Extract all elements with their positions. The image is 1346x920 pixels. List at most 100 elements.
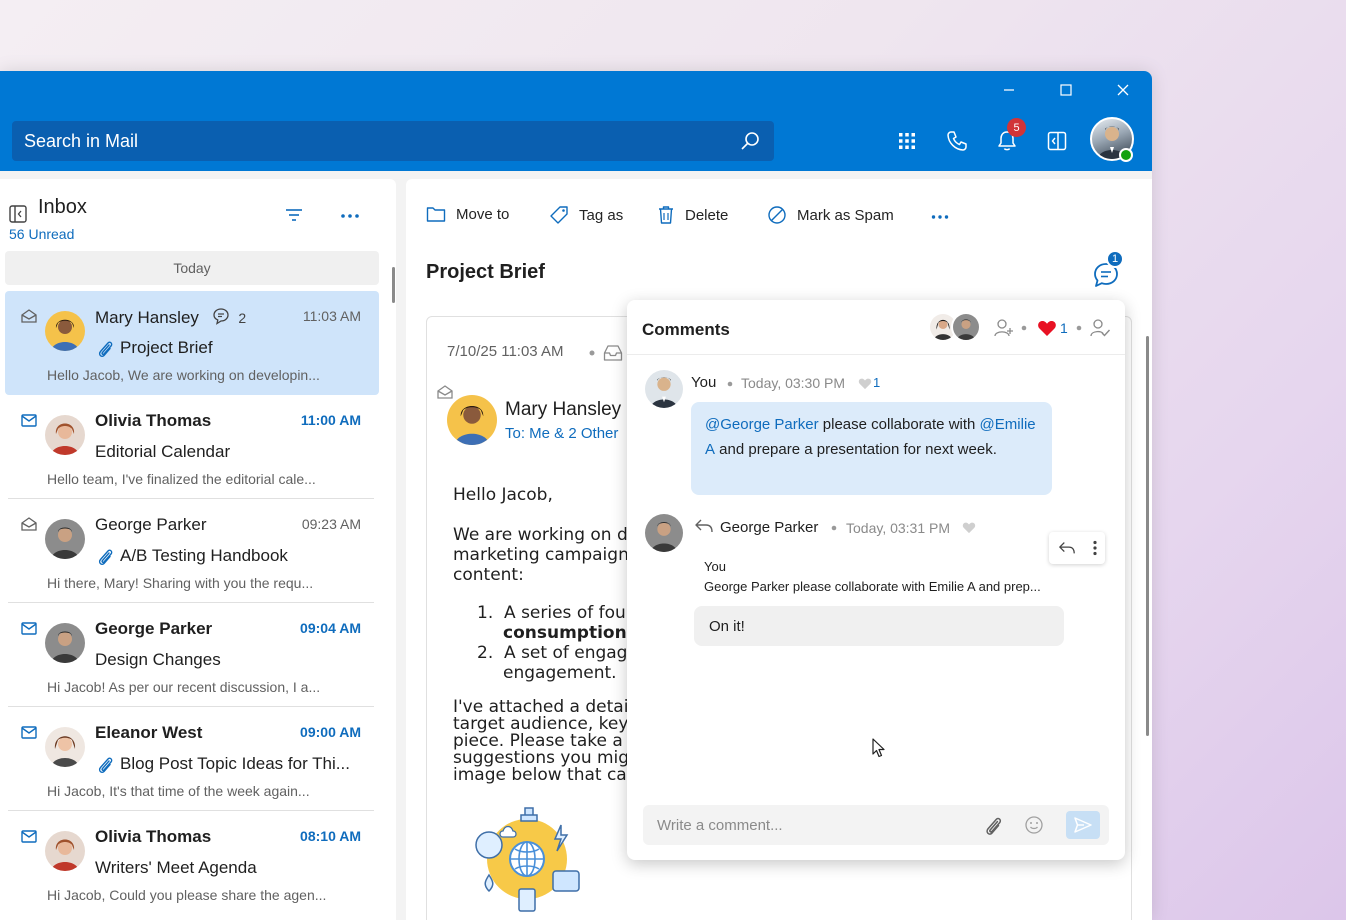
- mail-preview: Hi Jacob, It's that time of the week aga…: [47, 783, 310, 799]
- mark-as-spam-button[interactable]: Mark as Spam: [767, 205, 894, 225]
- person-check-icon[interactable]: [1089, 317, 1111, 339]
- search-icon[interactable]: [740, 131, 760, 151]
- search-box[interactable]: Search in Mail: [12, 121, 774, 161]
- close-button[interactable]: [1103, 79, 1143, 101]
- date-group-header: Today: [5, 251, 379, 285]
- minimize-button[interactable]: [989, 79, 1029, 101]
- comments-panel: Comments 1 You Today, 03:30 PM 1 @George…: [627, 300, 1125, 860]
- mail-list-pane: Inbox 56 Unread Today Mary Hansley 2 11:…: [0, 179, 396, 920]
- body-line: We are working on d: [453, 525, 628, 545]
- comment-input[interactable]: [643, 805, 963, 845]
- unread-count[interactable]: 56 Unread: [9, 226, 74, 242]
- presence-indicator: [1119, 148, 1133, 162]
- list-item-cont: consumption: [503, 623, 627, 643]
- emoji-icon[interactable]: [1024, 815, 1044, 835]
- move-to-button[interactable]: Move to: [426, 205, 509, 223]
- mail-sender: Olivia Thomas: [95, 827, 212, 846]
- comment-avatar: [645, 370, 683, 408]
- mail-sender: George Parker: [95, 515, 207, 534]
- comment-bubble: On it!: [694, 606, 1064, 646]
- comment-actions: [1049, 532, 1105, 564]
- envelope-unread-icon[interactable]: [21, 829, 37, 843]
- more-actions-icon[interactable]: [931, 214, 949, 220]
- heart-outline-icon[interactable]: [962, 521, 976, 534]
- mail-list-scrollbar[interactable]: [392, 267, 395, 303]
- block-icon: [768, 206, 786, 224]
- avatar-portrait-icon: [645, 370, 683, 408]
- trash-icon: [659, 206, 673, 224]
- mail-item[interactable]: Mary Hansley 2 11:03 AM Project Brief He…: [5, 291, 379, 395]
- close-icon: [1117, 84, 1129, 96]
- participant-avatar[interactable]: [951, 312, 981, 342]
- message-subject: Project Brief: [426, 261, 545, 283]
- mail-preview: Hello team, I've finalized the editorial…: [47, 471, 316, 487]
- more-options-icon[interactable]: [340, 213, 360, 219]
- mail-time: 11:00 AM: [300, 412, 361, 428]
- collapse-pane-icon[interactable]: [9, 205, 27, 223]
- message-date: 7/10/25 11:03 AM: [447, 343, 564, 360]
- envelope-unread-icon[interactable]: [21, 413, 37, 427]
- envelope-unread-icon[interactable]: [21, 621, 37, 635]
- mail-preview: Hi Jacob, Could you please share the age…: [47, 887, 327, 903]
- attachment-icon[interactable]: [983, 815, 1003, 837]
- body-line: content:: [453, 565, 524, 585]
- comments-title: Comments: [642, 320, 730, 339]
- mail-subject: Project Brief: [120, 338, 213, 357]
- comment-avatar: [645, 514, 683, 552]
- mention[interactable]: @George Parker: [705, 416, 819, 433]
- reply-icon[interactable]: [1058, 540, 1076, 556]
- apps-grid-icon[interactable]: [895, 129, 919, 153]
- body-paragraph-2: I've attached a detai target audience, k…: [453, 699, 638, 784]
- avatar-portrait-icon: [447, 395, 497, 445]
- attachment-icon: [98, 341, 113, 358]
- maximize-button[interactable]: [1046, 79, 1086, 101]
- envelope-open-icon[interactable]: [21, 517, 37, 531]
- body-line: image below that cap: [453, 765, 638, 785]
- mail-item[interactable]: George Parker 09:23 AM A/B Testing Handb…: [5, 499, 379, 603]
- comment-author: George Parker: [720, 519, 819, 536]
- avatar: [45, 623, 85, 663]
- quoted-author: You: [704, 559, 726, 574]
- more-vertical-icon[interactable]: [1092, 540, 1097, 556]
- comment-author: You: [691, 374, 717, 391]
- mail-item[interactable]: Eleanor West 09:00 AM Blog Post Topic Id…: [5, 707, 379, 811]
- minimize-icon: [1004, 89, 1014, 91]
- heart-icon[interactable]: [1037, 319, 1057, 337]
- mouse-cursor-icon: [872, 738, 885, 758]
- quoted-text: George Parker please collaborate with Em…: [704, 579, 1041, 594]
- comment-text: On it!: [709, 617, 745, 635]
- mail-subject: Blog Post Topic Ideas for Thi...: [120, 754, 350, 773]
- message-recipients[interactable]: To: Me & 2 Other: [505, 425, 618, 442]
- folder-icon: [426, 207, 446, 222]
- avatar-portrait-icon: [45, 519, 85, 559]
- add-person-icon[interactable]: [993, 317, 1015, 339]
- title-bar: Search in Mail 5: [0, 71, 1152, 171]
- tag-as-button[interactable]: Tag as: [549, 205, 623, 225]
- heart-outline-icon[interactable]: [858, 377, 872, 390]
- mail-time: 09:00 AM: [300, 724, 361, 740]
- delete-button[interactable]: Delete: [657, 205, 728, 225]
- avatar: [45, 519, 85, 559]
- send-button[interactable]: [1066, 811, 1100, 839]
- envelope-open-icon[interactable]: [437, 385, 453, 399]
- comment-text: and prepare a presentation for next week…: [715, 441, 997, 458]
- envelope-open-icon[interactable]: [21, 309, 37, 323]
- mail-preview: Hi Jacob! As per our recent discussion, …: [47, 679, 321, 695]
- reading-pane-scrollbar[interactable]: [1146, 336, 1149, 736]
- list-item-cont: engagement.: [503, 663, 617, 683]
- filter-icon[interactable]: [285, 208, 303, 222]
- avatar-portrait-icon: [953, 314, 979, 340]
- mail-sender: Mary Hansley 2: [95, 308, 247, 327]
- mail-item[interactable]: Olivia Thomas 11:00 AM Editorial Calenda…: [5, 395, 379, 499]
- side-panel-icon[interactable]: [1045, 129, 1069, 153]
- avatar-portrait-icon: [45, 623, 85, 663]
- phone-icon[interactable]: [945, 129, 969, 153]
- attachment-icon: [98, 549, 113, 566]
- chat-count: 2: [238, 310, 247, 326]
- envelope-unread-icon[interactable]: [21, 725, 37, 739]
- mail-item[interactable]: George Parker 09:04 AM Design Changes Hi…: [5, 603, 379, 707]
- mail-sender: George Parker: [95, 619, 213, 638]
- mail-subject: Editorial Calendar: [95, 442, 231, 461]
- mail-subject: Design Changes: [95, 650, 221, 669]
- mail-item[interactable]: Olivia Thomas 08:10 AM Writers' Meet Age…: [5, 811, 379, 915]
